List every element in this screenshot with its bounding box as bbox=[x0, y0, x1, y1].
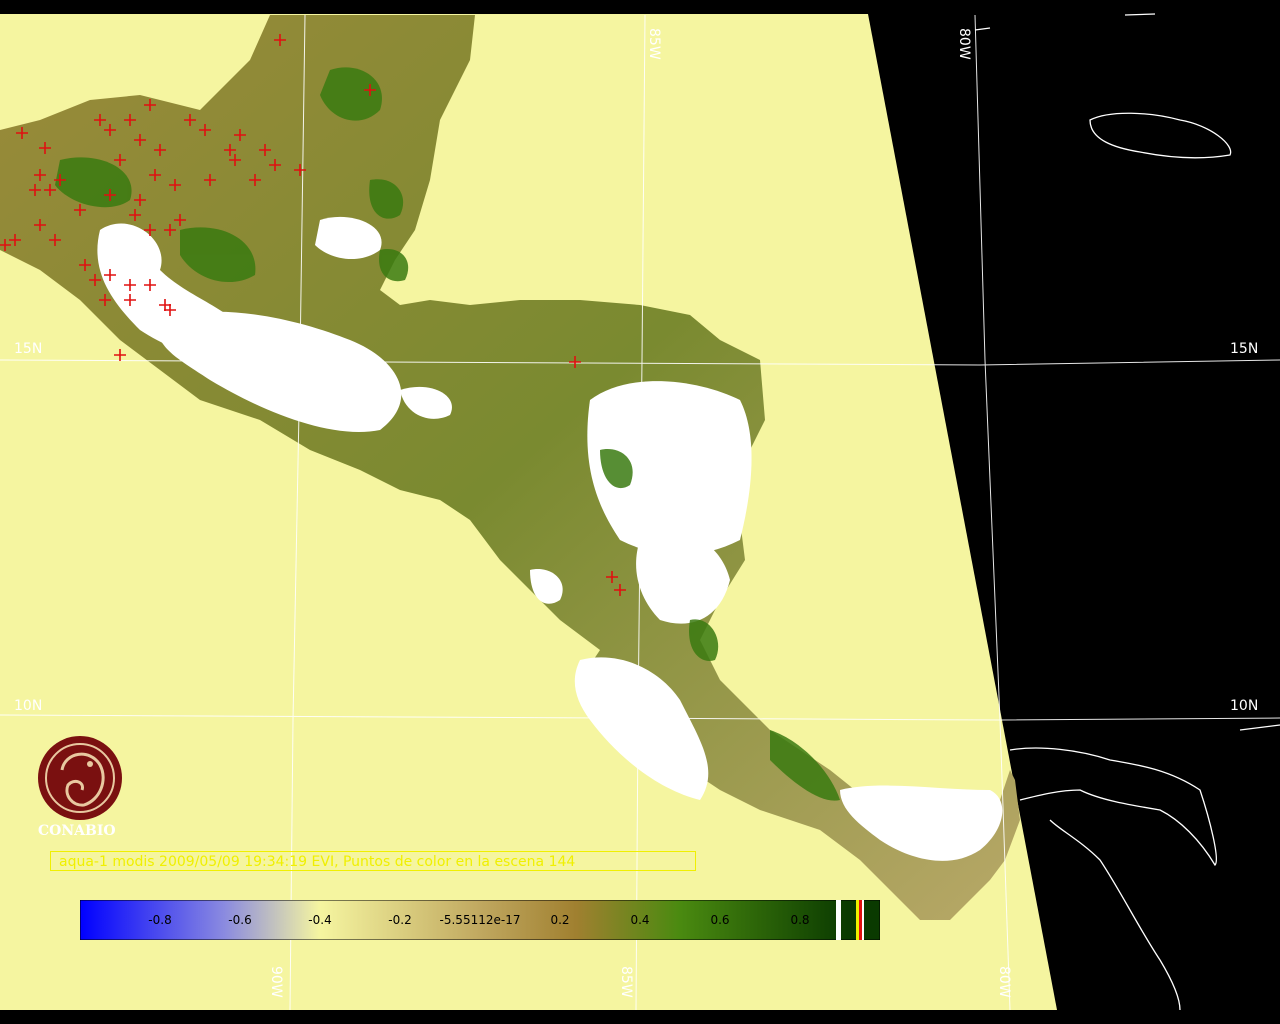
lon-label-80w-bottom: 80W bbox=[996, 966, 1012, 998]
scene-title: aqua-1 modis 2009/05/09 19:34:19 EVI, Pu… bbox=[50, 851, 696, 871]
colorbar-cloud-swatch bbox=[836, 900, 841, 940]
colorbar-tick-label: 0.4 bbox=[630, 913, 650, 927]
lat-label-15n-left: 15N bbox=[14, 341, 43, 357]
colorbar-tick-label: -5.55112e-17 bbox=[439, 913, 521, 927]
colorbar-tick-label: 0.2 bbox=[550, 913, 570, 927]
colorbar-yellow-swatch bbox=[856, 900, 859, 940]
colorbar-tick-label: -0.8 bbox=[148, 913, 172, 927]
conabio-macaw-logo-icon bbox=[38, 736, 122, 820]
lat-label-15n-right: 15N bbox=[1230, 341, 1259, 357]
lat-label-10n-left: 10N bbox=[14, 698, 43, 714]
colorbar-white-swatch bbox=[862, 900, 864, 940]
lon-label-85w-bottom: 85W bbox=[618, 966, 634, 998]
lat-label-10n-right: 10N bbox=[1230, 698, 1259, 714]
lon-label-85w-top: 85W bbox=[646, 28, 662, 60]
colorbar-tick-label: -0.6 bbox=[228, 913, 252, 927]
lon-label-90w-bottom: 90W bbox=[268, 966, 284, 998]
colorbar-tick-label: 0.8 bbox=[790, 913, 810, 927]
colorbar-tick-label: -0.2 bbox=[388, 913, 412, 927]
lon-label-80w-top: 80W bbox=[956, 28, 972, 60]
colorbar-tick-label: 0.6 bbox=[710, 913, 730, 927]
colorbar-fire-swatch bbox=[859, 900, 862, 940]
conabio-logo-text: CONABIO bbox=[38, 823, 116, 839]
colorbar-tick-label: -0.4 bbox=[308, 913, 332, 927]
